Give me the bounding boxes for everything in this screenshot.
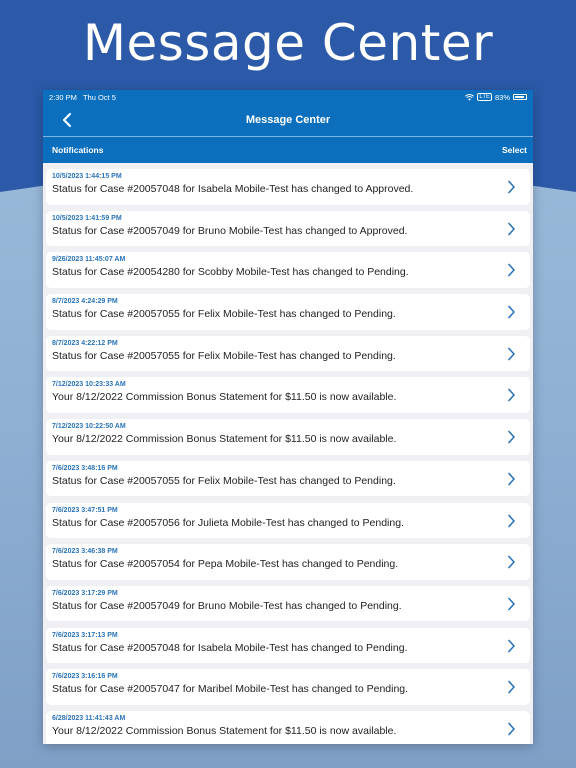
chevron-right-icon bbox=[508, 347, 515, 361]
notifications-label: Notifications bbox=[52, 145, 104, 155]
chevron-right-icon bbox=[508, 722, 515, 736]
notification-message: Status for Case #20057056 for Julieta Mo… bbox=[52, 516, 404, 529]
notification-item[interactable]: 7/12/2023 10:22:50 AM Your 8/12/2022 Comm… bbox=[46, 419, 530, 455]
notification-date: 8/7/2023 4:22:12 PM bbox=[52, 339, 118, 347]
status-time: 2:30 PM bbox=[49, 92, 77, 102]
notification-message: Status for Case #20054280 for Scobby Mob… bbox=[52, 266, 409, 279]
notification-message: Status for Case #20057047 for Maribel Mo… bbox=[52, 683, 409, 696]
status-indicators: LTE 83% bbox=[465, 93, 527, 102]
notification-date: 7/6/2023 3:46:38 PM bbox=[52, 548, 118, 556]
notification-message: Your 8/12/2022 Commission Bonus Statemen… bbox=[52, 391, 397, 404]
notification-item[interactable]: 7/6/2023 3:17:13 PM Status for Case #2005… bbox=[46, 627, 530, 664]
notification-list: 10/5/2023 1:44:15 PM Status for Case #200… bbox=[43, 163, 533, 744]
notification-message: Status for Case #20057055 for Felix Mobi… bbox=[52, 308, 396, 321]
notification-message: Status for Case #20057055 for Felix Mobi… bbox=[52, 474, 396, 487]
chevron-right-icon bbox=[508, 680, 515, 694]
notification-item[interactable]: 7/6/2023 3:16:16 PM Status for Case #2005… bbox=[46, 669, 530, 705]
back-button[interactable] bbox=[59, 110, 77, 130]
notification-item[interactable]: 10/5/2023 1:44:15 PM Status for Case #200… bbox=[46, 169, 530, 205]
chevron-right-icon bbox=[508, 222, 515, 235]
notification-item[interactable]: 8/7/2023 4:24:29 PM Status for Case #2005… bbox=[46, 294, 530, 330]
select-button[interactable]: Select bbox=[502, 145, 527, 155]
notification-date: 7/12/2023 10:23:33 AM bbox=[52, 381, 126, 389]
notification-date: 7/6/2023 3:17:13 PM bbox=[52, 631, 118, 639]
lte-badge: LTE bbox=[477, 93, 492, 101]
chevron-right-icon bbox=[508, 639, 515, 652]
notification-item[interactable]: 7/6/2023 3:47:51 PM Status for Case #2005… bbox=[46, 502, 530, 538]
wifi-icon bbox=[465, 93, 475, 101]
notification-date: 7/6/2023 3:17:29 PM bbox=[52, 589, 118, 597]
notification-message: Your 8/12/2022 Commission Bonus Statemen… bbox=[52, 724, 397, 737]
chevron-right-icon bbox=[508, 264, 515, 277]
notification-item[interactable]: 9/26/2023 11:45:07 AM Status for Case #20… bbox=[46, 252, 530, 288]
status-date: Thu Oct 5 bbox=[82, 92, 116, 102]
notification-date: 7/6/2023 3:16:16 PM bbox=[52, 673, 118, 681]
notification-item[interactable]: 10/5/2023 1:41:59 PM Status for Case #200… bbox=[46, 210, 530, 247]
notification-message: Status for Case #20057055 for Felix Mobi… bbox=[52, 349, 396, 362]
notification-item[interactable]: 6/28/2023 11:41:43 AM Your 8/12/2022 Comm… bbox=[46, 710, 530, 744]
notification-date: 9/26/2023 11:45:07 AM bbox=[52, 256, 126, 264]
notification-message: Status for Case #20057048 for Isabela Mo… bbox=[52, 183, 414, 195]
notification-date: 7/6/2023 3:47:51 PM bbox=[52, 506, 118, 514]
chevron-right-icon bbox=[508, 305, 515, 319]
chevron-right-icon bbox=[508, 555, 515, 569]
notification-date: 7/6/2023 3:48:16 PM bbox=[52, 464, 118, 472]
notification-date: 8/7/2023 4:24:29 PM bbox=[52, 298, 118, 306]
notification-message: Your 8/12/2022 Commission Bonus Statemen… bbox=[52, 433, 397, 446]
battery-icon bbox=[513, 94, 527, 100]
notification-message: Status for Case #20057048 for Isabela Mo… bbox=[52, 641, 408, 654]
nav-bar: Message Center bbox=[43, 104, 533, 137]
battery-percent: 83% bbox=[494, 92, 510, 102]
notification-item[interactable]: 8/7/2023 4:22:12 PM Status for Case #2005… bbox=[46, 335, 530, 372]
notification-date: 6/28/2023 11:41:43 AM bbox=[52, 714, 126, 722]
chevron-right-icon bbox=[508, 472, 515, 486]
nav-title: Message Center bbox=[245, 114, 331, 126]
notification-date: 7/12/2023 10:22:50 AM bbox=[52, 423, 126, 431]
chevron-left-icon bbox=[62, 112, 72, 128]
notification-item[interactable]: 7/6/2023 3:46:38 PM Status for Case #2005… bbox=[46, 544, 530, 580]
notification-message: Status for Case #20057049 for Bruno Mobi… bbox=[52, 599, 402, 612]
hero-title: Message Center bbox=[82, 14, 494, 72]
chevron-right-icon bbox=[508, 597, 515, 611]
chevron-right-icon bbox=[508, 180, 515, 194]
notification-item[interactable]: 7/6/2023 3:17:29 PM Status for Case #2005… bbox=[46, 585, 530, 622]
notification-message: Status for Case #20057049 for Bruno Mobi… bbox=[52, 224, 408, 237]
chevron-right-icon bbox=[508, 389, 515, 402]
notification-date: 10/5/2023 1:44:15 PM bbox=[52, 173, 122, 180]
notification-item[interactable]: 7/6/2023 3:48:16 PM Status for Case #2005… bbox=[46, 460, 530, 497]
chevron-right-icon bbox=[508, 430, 515, 444]
status-bar: 2:30 PM Thu Oct 5 LTE 83% bbox=[43, 90, 533, 104]
notifications-header: Notifications Select bbox=[43, 137, 533, 163]
notification-item[interactable]: 7/12/2023 10:23:33 AM Your 8/12/2022 Comm… bbox=[46, 377, 530, 413]
notification-date: 10/5/2023 1:41:59 PM bbox=[52, 214, 122, 222]
device-screen: 2:30 PM Thu Oct 5 LTE 83% Message Center… bbox=[43, 90, 533, 744]
notification-message: Status for Case #20057054 for Pepa Mobil… bbox=[52, 558, 399, 571]
chevron-right-icon bbox=[508, 514, 515, 527]
